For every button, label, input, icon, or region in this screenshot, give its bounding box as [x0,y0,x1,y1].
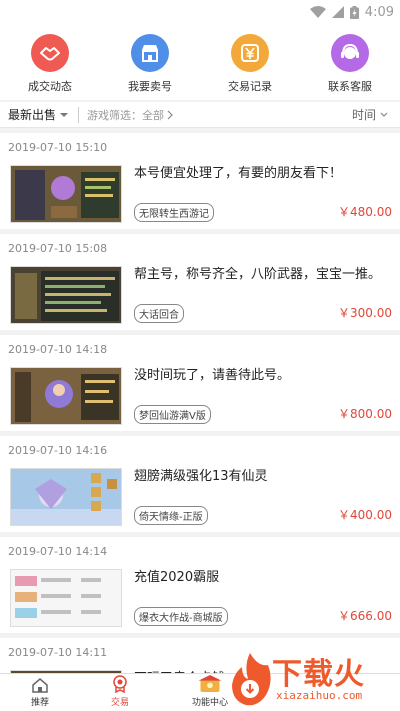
listing-game-tag: 梦回仙游满V版 [134,405,211,424]
listing-thumbnail [10,367,122,425]
listing-list: 2019-07-10 15:10 本号便宜处理了，有要的朋友看下！ 无限转生西游… [0,133,400,711]
yen-icon [231,34,269,72]
quick-action-deal-feed[interactable]: 成交动态 [0,34,100,94]
tab-label: 推荐 [30,698,49,708]
listing-thumbnail [10,468,122,526]
listing-title: 充值2020霸服 [134,570,220,585]
listing-date: 2019-07-10 14:11 [8,646,108,659]
quick-action-sell-account[interactable]: 我要卖号 [100,34,200,94]
listing-game-tag: 无限转生西游记 [134,203,214,222]
listing-date: 2019-07-10 15:10 [8,141,108,154]
listing-date: 2019-07-10 14:16 [8,444,108,457]
listing-item[interactable]: 2019-07-10 15:08 帮主号，称号齐全，八阶武器，宝宝一推。 大话回… [0,234,400,330]
listing-item[interactable]: 2019-07-10 14:14 充值2020霸服 爆衣大作战-商城版 ￥666… [0,537,400,633]
game-filter[interactable]: 游戏筛选：全部 [87,107,174,123]
quick-action-label: 成交动态 [28,80,72,93]
quick-action-label: 我要卖号 [128,80,172,93]
listing-date: 2019-07-10 14:14 [8,545,108,558]
quick-action-label: 联系客服 [328,80,372,93]
listing-thumbnail [10,266,122,324]
time-sort-dropdown[interactable]: 时间 [352,106,400,123]
listing-title: 本号便宜处理了，有要的朋友看下！ [134,166,343,181]
watermark-url: xiazaihuo.com [276,689,363,702]
status-bar: 4:09 [0,0,400,24]
listing-date: 2019-07-10 15:08 [8,242,108,255]
quick-action-customer-service[interactable]: 联系客服 [300,34,400,94]
listing-item[interactable]: 2019-07-10 14:18 没时间玩了，请善待此号。 梦回仙游满V版 ￥8… [0,335,400,431]
home-icon [32,678,48,693]
listing-price: ￥800.00 [338,407,392,421]
app-screen: 4:09 成交动态 我要卖号 交易记录 联系客服 最新出售 游戏筛选：全部 时间… [0,0,400,711]
tab-label: 交易 [110,698,129,708]
caret-down-icon [60,112,69,117]
listing-date: 2019-07-10 14:18 [8,343,108,356]
listing-game-tag: 倚天情缘-正版 [134,506,208,525]
latest-sale-dropdown[interactable]: 最新出售 [0,106,69,123]
tab-trade[interactable]: 交易 [80,674,160,711]
listing-item[interactable]: 2019-07-10 14:16 翅膀满级强化13有仙灵 倚天情缘-正版 ￥40… [0,436,400,532]
listing-thumbnail [10,165,122,223]
divider [78,106,80,123]
listing-price: ￥300.00 [338,306,392,320]
listing-title: 没时间玩了，请善待此号。 [134,368,291,383]
tab-recommend[interactable]: 推荐 [0,674,80,711]
quick-action-trade-records[interactable]: 交易记录 [200,34,300,94]
quick-action-label: 交易记录 [228,80,272,93]
listing-price: ￥666.00 [338,609,392,623]
listing-title: 翅膀满级强化13有仙灵 [134,469,268,484]
tab-label: 功能中心 [191,698,228,708]
listing-price: ￥400.00 [338,508,392,522]
chevron-down-icon [380,112,388,117]
listing-game-tag: 爆衣大作战-商城版 [134,607,228,626]
flame-logo-icon [232,653,271,706]
wifi-icon [309,6,326,18]
watermark-text: 下载火 [272,657,365,692]
filter-bar: 最新出售 游戏筛选：全部 时间 [0,102,400,128]
handshake-icon [31,34,69,72]
watermark-logo: 下载火 xiazaihuo.com [228,649,398,709]
trade-icon [113,675,127,693]
status-time: 4:09 [364,4,394,20]
listing-price: ￥480.00 [338,205,392,219]
game-filter-label: 游戏筛选：全部 [87,108,165,122]
listing-item[interactable]: 2019-07-10 15:10 本号便宜处理了，有要的朋友看下！ 无限转生西游… [0,133,400,229]
listing-game-tag: 大话回合 [134,304,184,323]
battery-icon [349,5,359,19]
support-agent-icon [331,34,369,72]
shop-icon [131,34,169,72]
listing-title: 帮主号，称号齐全，八阶武器，宝宝一推。 [134,267,382,282]
time-sort-label: 时间 [351,108,376,122]
signal-icon [331,6,344,18]
function-center-icon [198,674,222,693]
latest-sale-label: 最新出售 [8,108,57,122]
listing-thumbnail [10,569,122,627]
quick-actions: 成交动态 我要卖号 交易记录 联系客服 [0,24,400,100]
chevron-right-icon [167,110,173,119]
